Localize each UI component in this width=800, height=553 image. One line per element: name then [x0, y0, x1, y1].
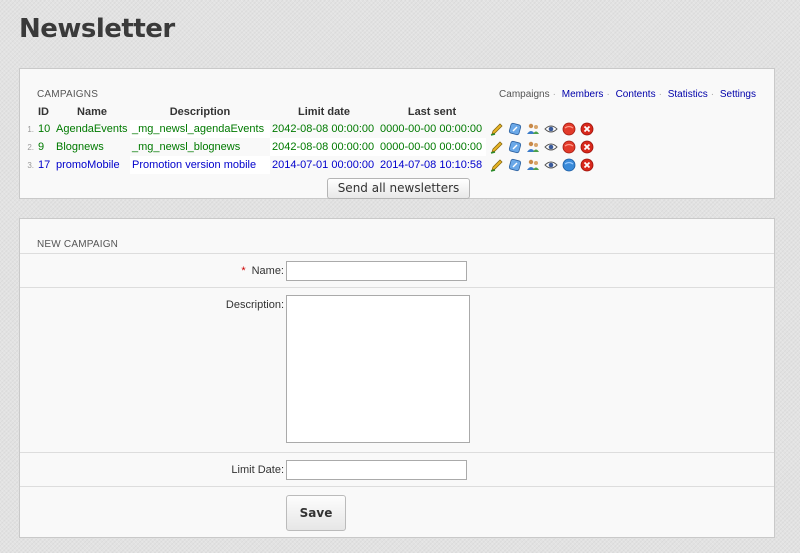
row-actions	[488, 158, 594, 172]
members-icon[interactable]	[526, 122, 540, 136]
save-button[interactable]: Save	[286, 495, 346, 531]
description-label: Description:	[225, 299, 284, 311]
cell-name: promoMobile	[56, 159, 120, 171]
col-header-name: Name	[77, 105, 107, 118]
subnav-contents[interactable]: Contents	[616, 89, 656, 100]
new-campaign-section-title: NEW CAMPAIGN	[37, 239, 119, 250]
subnav-statistics[interactable]: Statistics	[668, 89, 708, 100]
cell-limit-date: 2042-08-08 00:00:00	[272, 123, 375, 135]
cell-description: _mg_newsl_blognews	[132, 141, 241, 153]
row-actions	[488, 122, 594, 136]
limit-date-label: Limit Date:	[231, 464, 284, 476]
name-row: * Name:	[20, 253, 774, 288]
save-row: Save	[20, 486, 774, 538]
table-row: 2. 9 Blognews _mg_newsl_blognews 2042-08…	[20, 138, 596, 156]
new-campaign-panel: NEW CAMPAIGN * Name: Description: Limit D…	[19, 218, 775, 538]
cell-name: AgendaEvents	[56, 123, 128, 135]
cell-description: _mg_newsl_agendaEvents	[130, 120, 270, 138]
preview-eye-icon[interactable]	[544, 122, 558, 136]
table-row: 3. 17 promoMobile Promotion version mobi…	[20, 156, 596, 174]
subnav-members[interactable]: Members	[562, 89, 604, 100]
campaigns-table: ID Name Description Limit date Last sent…	[20, 103, 596, 174]
table-header-row: ID Name Description Limit date Last sent	[20, 103, 596, 120]
status-red-icon[interactable]	[562, 122, 576, 136]
cell-limit-date: 2042-08-08 00:00:00	[270, 138, 378, 156]
preview-eye-icon[interactable]	[544, 158, 558, 172]
campaigns-subnav: Campaigns · Members · Contents · Statistics…	[499, 89, 756, 100]
members-icon[interactable]	[526, 158, 540, 172]
status-red-icon[interactable]	[562, 140, 576, 154]
page-title: Newsletter	[19, 14, 175, 44]
description-textarea[interactable]	[286, 295, 470, 443]
content-edit-icon[interactable]	[508, 158, 522, 172]
edit-icon[interactable]	[490, 158, 504, 172]
row-number: 2.	[27, 142, 34, 152]
cell-last-sent: 0000-00-00 00:00:00	[378, 138, 486, 156]
cell-name: Blognews	[56, 141, 104, 153]
table-row: 1. 10 AgendaEvents _mg_newsl_agendaEvent…	[20, 120, 596, 138]
required-mark: *	[241, 265, 246, 277]
col-header-description: Description	[169, 105, 231, 118]
cell-id: 10	[38, 123, 51, 135]
row-actions	[488, 140, 594, 154]
row-number: 3.	[27, 160, 34, 170]
limit-date-input[interactable]	[286, 460, 467, 480]
limit-date-row: Limit Date:	[20, 452, 774, 487]
row-number: 1.	[27, 124, 34, 134]
col-header-last-sent: Last sent	[407, 105, 457, 118]
campaigns-panel: CAMPAIGNS Campaigns · Members · Contents · …	[19, 68, 775, 199]
delete-icon[interactable]	[580, 158, 594, 172]
edit-icon[interactable]	[490, 122, 504, 136]
col-header-id: ID	[38, 105, 49, 118]
status-blue-icon[interactable]	[562, 158, 576, 172]
name-label: * Name:	[241, 265, 284, 277]
cell-description: Promotion version mobile	[130, 156, 270, 174]
delete-icon[interactable]	[580, 140, 594, 154]
preview-eye-icon[interactable]	[544, 140, 558, 154]
subnav-campaigns[interactable]: Campaigns	[499, 89, 550, 100]
cell-limit-date: 2014-07-01 00:00:00	[272, 159, 375, 171]
campaigns-section-title: CAMPAIGNS	[37, 89, 99, 100]
content-edit-icon[interactable]	[508, 140, 522, 154]
description-row: Description:	[20, 287, 774, 453]
name-input[interactable]	[286, 261, 467, 281]
col-header-limit-date: Limit date	[298, 105, 350, 118]
cell-id: 17	[38, 159, 51, 171]
cell-last-sent: 2014-07-08 10:10:58	[380, 159, 483, 171]
delete-icon[interactable]	[580, 122, 594, 136]
cell-id: 9	[38, 141, 45, 153]
edit-icon[interactable]	[490, 140, 504, 154]
members-icon[interactable]	[526, 140, 540, 154]
cell-last-sent: 0000-00-00 00:00:00	[380, 123, 483, 135]
subnav-settings[interactable]: Settings	[720, 89, 756, 100]
send-all-newsletters-button[interactable]: Send all newsletters	[327, 178, 470, 199]
content-edit-icon[interactable]	[508, 122, 522, 136]
